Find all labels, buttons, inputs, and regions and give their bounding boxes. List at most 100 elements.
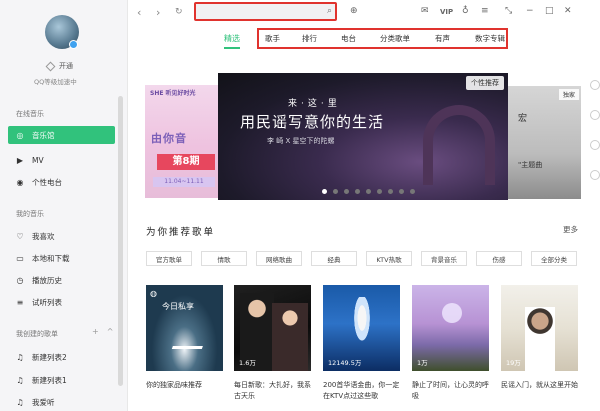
carousel-dot[interactable]: [377, 189, 382, 194]
sidebar-item-local-download[interactable]: ▭ 本地和下载: [8, 249, 115, 267]
search-icon[interactable]: ⌕: [327, 6, 332, 16]
tab-categories[interactable]: 分类歌单: [380, 33, 410, 44]
banner-slide-left[interactable]: SHE 听见好时光 由你音 第8期 11.04~11.11: [145, 85, 219, 198]
chip-category[interactable]: 情歌: [201, 251, 247, 266]
forward-icon[interactable]: ›: [156, 6, 160, 19]
vip-open-link[interactable]: 开通: [45, 61, 73, 71]
sidebar-item-label: MV: [32, 155, 44, 165]
sidebar-item-label: 试听列表: [32, 297, 62, 307]
banner-left-date: 11.04~11.11: [153, 177, 215, 187]
carousel-dot[interactable]: [333, 189, 338, 194]
tab-audio[interactable]: 有声: [435, 33, 450, 44]
playlist-card[interactable]: 19万: [501, 285, 578, 371]
more-link[interactable]: 更多: [563, 224, 578, 235]
playlist-title[interactable]: 民谣入门，就从这里开始: [501, 380, 581, 391]
section-title-recommended: 为你推荐歌单: [146, 227, 216, 238]
sidebar-item-radio[interactable]: ◉ 个性电台: [8, 173, 115, 191]
sidebar: 开通 QQ等级加速中 在线音乐 ◎ 音乐馆 ▶ MV ◉ 个性电台 我的音乐 ♡…: [0, 0, 128, 411]
banner-slide-main[interactable]: 来·这·里 用民谣写意你的生活 李 崎 X 星空下的陀螺 个性推荐: [218, 73, 508, 200]
banner-left-logo: SHE 听见好时光: [150, 90, 196, 97]
refresh-icon[interactable]: ↻: [175, 7, 183, 17]
carousel-dot[interactable]: [410, 189, 415, 194]
chip-category[interactable]: 背景音乐: [421, 251, 467, 266]
playlist-card-daily[interactable]: ◍ 今日私享: [146, 285, 223, 371]
banner-right-subtitle: "主题曲: [518, 161, 543, 169]
tab-featured[interactable]: 精选: [224, 33, 240, 44]
section-online-music: 在线音乐: [16, 110, 44, 118]
sidebar-scrollbar[interactable]: [118, 96, 123, 386]
sidebar-item-label: 播放历史: [32, 275, 62, 285]
diamond-icon: [45, 61, 56, 71]
add-icon[interactable]: +: [92, 327, 99, 336]
cover-light: [442, 303, 462, 323]
chip-category[interactable]: 网络歌曲: [256, 251, 302, 266]
section-my-music: 我的音乐: [16, 210, 44, 218]
qq-level-text: QQ等级加速中: [34, 78, 77, 86]
sidebar-item-label: 新建列表2: [32, 352, 67, 362]
playlist-title[interactable]: 每日新歌：大扎好，我系古天乐: [234, 380, 314, 402]
carousel-dot[interactable]: [388, 189, 393, 194]
sidebar-item-list1[interactable]: ♫ 新建列表1: [8, 371, 115, 389]
chevron-up-icon[interactable]: ^: [107, 327, 114, 336]
menu-icon[interactable]: ≡: [481, 6, 489, 16]
heart-icon: ♡: [16, 231, 24, 241]
carousel-dot[interactable]: [399, 189, 404, 194]
carousel-dot[interactable]: [322, 189, 327, 194]
vip-button[interactable]: VIP: [440, 8, 453, 16]
tab-radio[interactable]: 电台: [341, 33, 356, 44]
chip-category[interactable]: KTV热歌: [366, 251, 412, 266]
play-count: 19万: [506, 359, 521, 367]
carousel-dots: [322, 189, 415, 194]
playlist-title[interactable]: 静止了时间，让心灵的呼吸: [412, 380, 492, 402]
sidebar-item-liked[interactable]: ♡ 我喜欢: [8, 227, 115, 245]
tab-digital-album[interactable]: 数字专辑: [475, 33, 505, 44]
playlist-title[interactable]: 你的独家品味推荐: [146, 380, 226, 391]
chip-category[interactable]: 伤感: [476, 251, 522, 266]
side-circle-icon[interactable]: [590, 170, 600, 180]
download-icon: ▭: [16, 253, 24, 263]
banner-right-tag: 独家: [558, 89, 579, 100]
sidebar-item-label: 个性电台: [32, 177, 62, 187]
sidebar-item-mv[interactable]: ▶ MV: [8, 151, 115, 169]
skin-icon[interactable]: ♁: [462, 6, 469, 16]
side-circle-icon[interactable]: [590, 110, 600, 120]
maximize-icon[interactable]: □: [545, 6, 554, 16]
chip-category[interactable]: 经典: [311, 251, 357, 266]
mini-mode-icon[interactable]: ⤡: [505, 6, 512, 16]
sidebar-item-music-hall[interactable]: ◎ 音乐馆: [8, 126, 115, 144]
carousel-dot[interactable]: [344, 189, 349, 194]
sidebar-item-favorites[interactable]: ♫ 我爱听: [8, 393, 115, 411]
back-icon[interactable]: ‹: [137, 6, 141, 19]
chip-category[interactable]: 官方歌单: [146, 251, 192, 266]
content-tabs: 精选 歌手 排行 电台 分类歌单 有声 数字专辑: [128, 26, 600, 54]
playlist-card[interactable]: 1万: [412, 285, 489, 371]
tab-charts[interactable]: 排行: [302, 33, 317, 44]
playlist-icon: ≡: [16, 297, 24, 307]
play-count: 12149.5万: [328, 359, 362, 367]
carousel-dot[interactable]: [366, 189, 371, 194]
side-circle-icon[interactable]: [590, 80, 600, 90]
search-input[interactable]: ⌕: [194, 2, 337, 21]
banner-left-title: 由你音: [151, 132, 187, 145]
banner-right-title: 宏: [518, 114, 528, 124]
banner-slide-right[interactable]: 独家 宏 "主题曲: [508, 86, 581, 199]
playlist-title[interactable]: 200首华语金曲，你一定在KTV点过这些歌: [323, 380, 403, 402]
banner-carousel[interactable]: SHE 听见好时光 由你音 第8期 11.04~11.11 来·这·里 用民谣写…: [128, 58, 600, 208]
close-icon[interactable]: ✕: [564, 6, 572, 16]
sidebar-item-trial-list[interactable]: ≡ 试听列表: [8, 293, 115, 311]
side-circle-icon[interactable]: [590, 140, 600, 150]
sidebar-item-list2[interactable]: ♫ 新建列表2: [8, 348, 115, 366]
mail-icon[interactable]: ✉: [421, 6, 429, 16]
voice-search-icon[interactable]: ⊕: [350, 6, 358, 16]
created-playlist-actions: + ^: [92, 327, 113, 336]
playlist-card[interactable]: 1.6万: [234, 285, 311, 371]
carousel-dot[interactable]: [355, 189, 360, 194]
music-hall-icon: ◎: [16, 130, 24, 140]
chip-category[interactable]: 全部分类: [531, 251, 577, 266]
tab-singers[interactable]: 歌手: [265, 33, 280, 44]
playlist-card[interactable]: 12149.5万: [323, 285, 400, 371]
minimize-icon[interactable]: −: [526, 6, 534, 16]
banner-left-episode: 第8期: [157, 154, 215, 170]
play-count: 1万: [417, 359, 428, 367]
sidebar-item-history[interactable]: ◷ 播放历史: [8, 271, 115, 289]
